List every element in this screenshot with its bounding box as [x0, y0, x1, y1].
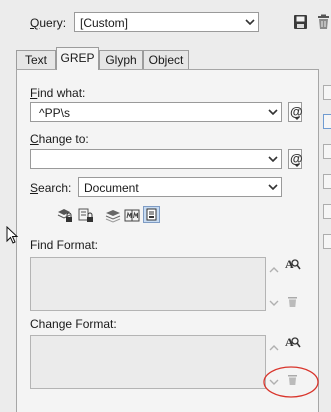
special-characters-change-button[interactable]: @ — [288, 149, 303, 169]
search-label: Search: — [30, 181, 72, 195]
tab-object[interactable]: Object — [143, 50, 189, 69]
chevron-up-icon[interactable] — [269, 340, 279, 351]
search-scope-dropdown[interactable]: Document — [78, 177, 282, 197]
done-button[interactable] — [323, 234, 331, 249]
change-find-button[interactable] — [323, 174, 331, 189]
chevron-down-icon[interactable] — [242, 13, 258, 31]
tab-grep[interactable]: GREP — [56, 47, 99, 70]
chevron-up-icon[interactable] — [269, 262, 279, 273]
query-dropdown[interactable]: [Custom] — [74, 12, 259, 32]
trash-icon[interactable] — [316, 14, 331, 30]
footnotes-icon[interactable] — [143, 206, 160, 223]
find-what-field[interactable]: ^PP\s — [30, 102, 282, 122]
fewer-options-button[interactable] — [323, 204, 331, 219]
locked-stories-icon[interactable] — [78, 207, 94, 223]
hidden-layers-icon[interactable] — [105, 207, 121, 223]
find-format-box[interactable] — [30, 257, 266, 311]
find-attributes-icon[interactable]: A — [285, 257, 301, 273]
annotation-circle — [262, 364, 320, 400]
special-characters-find-button[interactable]: @ — [288, 102, 303, 122]
find-what-label: Find what: — [30, 86, 86, 100]
change-button[interactable] — [323, 114, 331, 129]
tab-text[interactable]: Text — [16, 50, 56, 69]
search-scope-value: Document — [84, 181, 139, 195]
tab-glyph[interactable]: Glyph — [99, 50, 143, 69]
mouse-cursor — [6, 225, 20, 246]
chevron-down-icon[interactable] — [269, 296, 279, 306]
find-next-button[interactable] — [323, 85, 331, 100]
locked-layers-icon[interactable] — [57, 207, 73, 223]
save-icon[interactable] — [293, 14, 308, 30]
query-value: [Custom] — [80, 16, 129, 30]
trash-icon[interactable] — [287, 296, 298, 308]
change-format-label: Change Format: — [30, 317, 117, 331]
change-to-label: Change to: — [30, 132, 89, 146]
master-pages-icon[interactable] — [124, 207, 140, 223]
change-to-field[interactable] — [30, 149, 282, 169]
change-format-box[interactable] — [30, 335, 266, 389]
chevron-down-icon[interactable] — [265, 150, 281, 168]
query-label: Query: — [30, 16, 67, 30]
chevron-down-icon[interactable] — [265, 178, 281, 196]
find-attributes-icon[interactable]: A — [285, 335, 301, 351]
find-what-value: ^PP\s — [39, 106, 70, 120]
chevron-down-icon[interactable] — [265, 103, 281, 121]
find-format-label: Find Format: — [30, 238, 99, 252]
change-all-button[interactable] — [323, 144, 331, 159]
